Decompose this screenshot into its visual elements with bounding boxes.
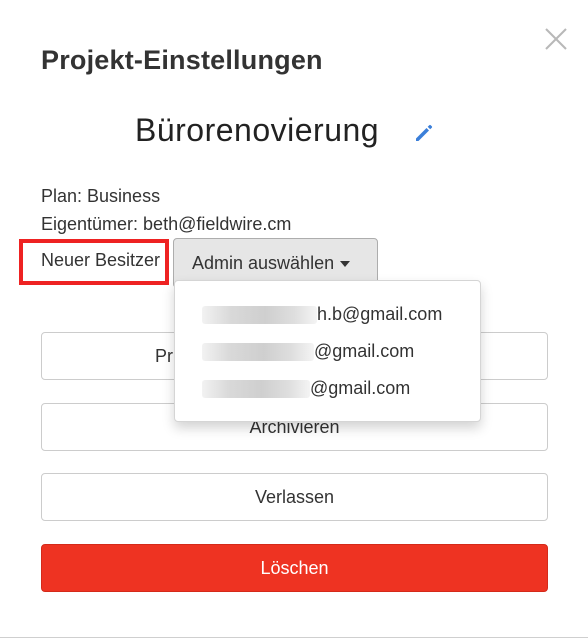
modal-title: Projekt-Einstellungen xyxy=(41,45,323,75)
redacted-text xyxy=(202,380,310,398)
partially-hidden-button-label: Pr xyxy=(155,346,173,366)
caret-down-icon xyxy=(340,261,351,267)
project-settings-modal: Projekt-Einstellungen Bürorenovierung Pl… xyxy=(0,0,588,638)
admin-option[interactable]: @gmail.com xyxy=(175,372,480,406)
admin-option-email: @gmail.com xyxy=(314,341,415,361)
redacted-text xyxy=(202,306,317,324)
redacted-text xyxy=(202,343,314,361)
leave-button[interactable]: Verlassen xyxy=(41,473,548,521)
admin-select-label: Admin auswählen xyxy=(192,252,335,273)
delete-button[interactable]: Löschen xyxy=(41,544,548,592)
plan-info: Plan: Business xyxy=(41,186,161,206)
owner-info: Eigentümer: beth@fieldwire.cm xyxy=(41,214,292,234)
project-name: Bürorenovierung xyxy=(135,112,380,148)
highlight-annotation-box xyxy=(19,239,169,285)
close-icon[interactable] xyxy=(543,26,569,52)
admin-option-email: @gmail.com xyxy=(310,378,411,398)
admin-option[interactable]: @gmail.com xyxy=(175,335,480,369)
pencil-icon[interactable] xyxy=(413,122,435,144)
admin-option[interactable]: h.b@gmail.com xyxy=(175,298,480,332)
admin-option-email: h.b@gmail.com xyxy=(317,304,443,324)
project-name-row: Bürorenovierung xyxy=(0,112,588,156)
admin-dropdown-menu: h.b@gmail.com @gmail.com @gmail.com xyxy=(174,280,481,422)
